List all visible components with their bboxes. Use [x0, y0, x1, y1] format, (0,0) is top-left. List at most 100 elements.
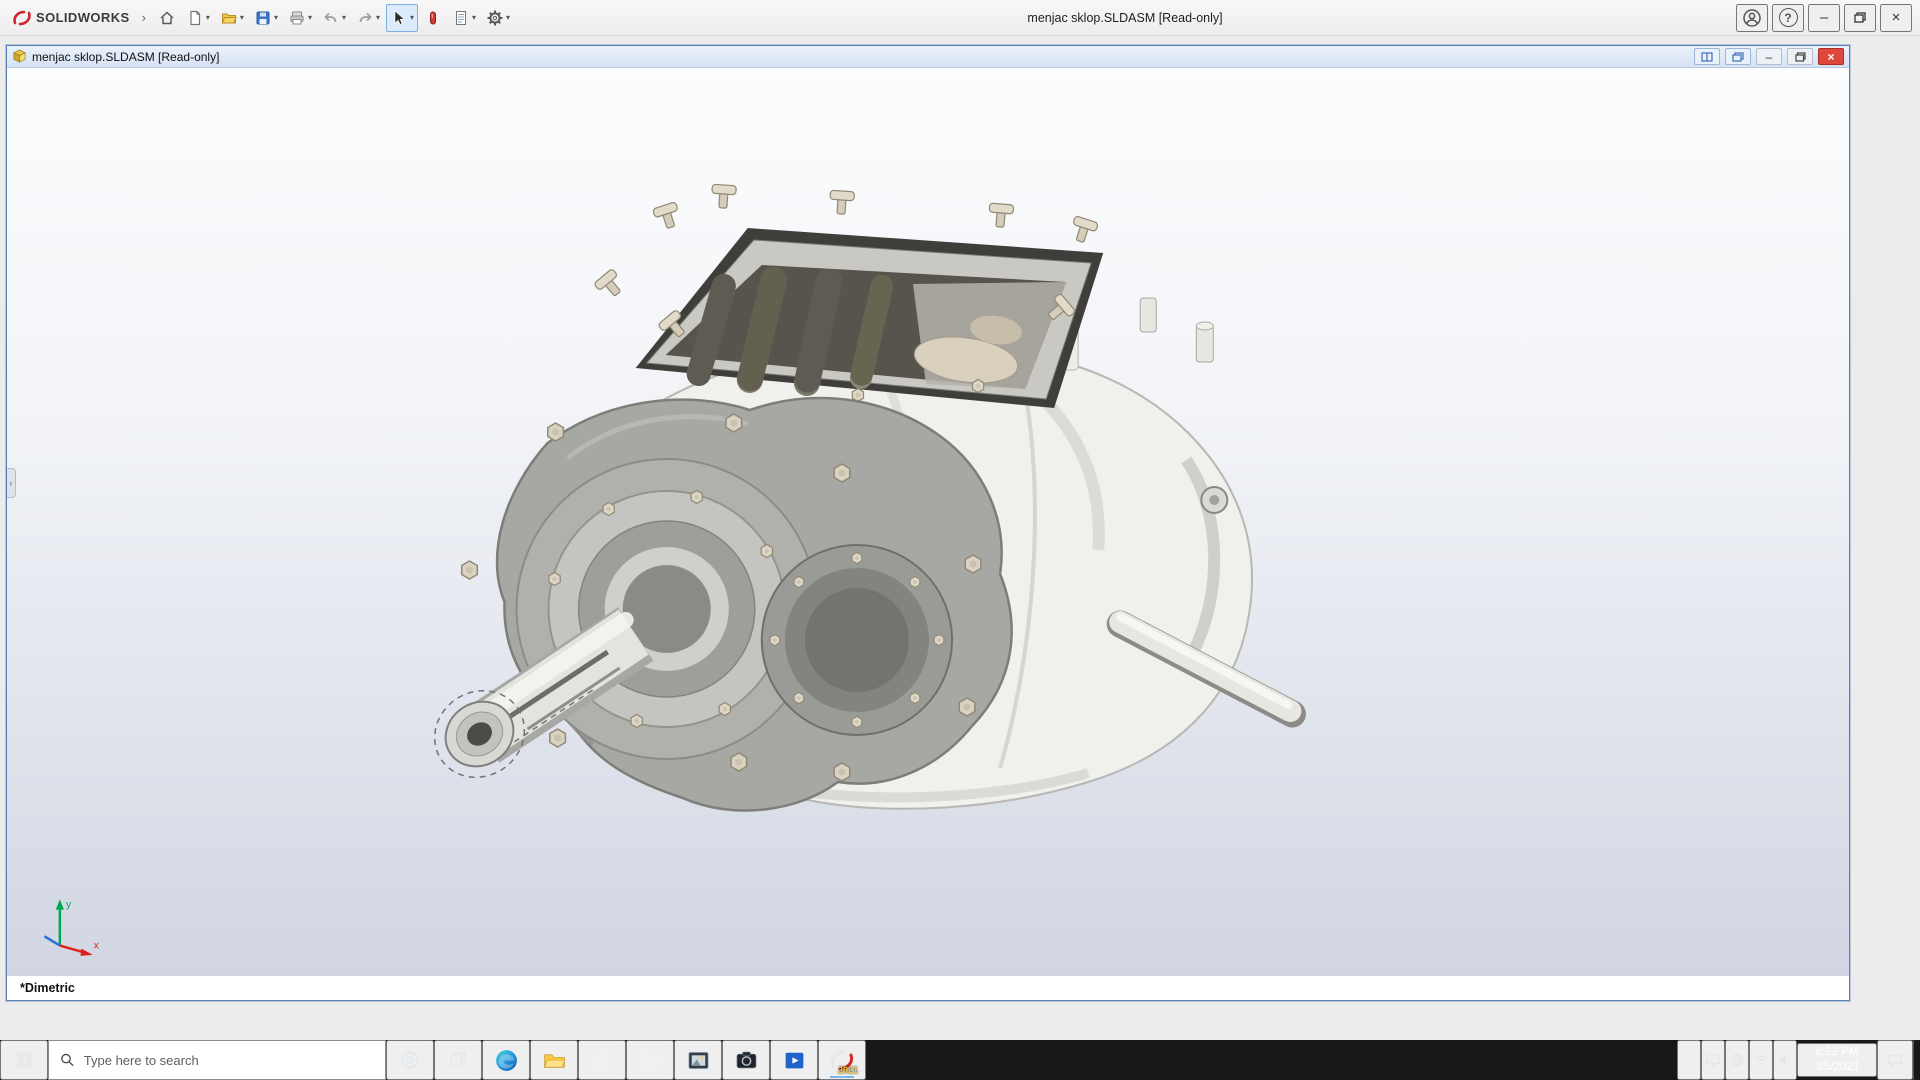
- windows-logo-icon: [16, 1052, 32, 1068]
- dropdown-chevron-icon[interactable]: ▾: [410, 13, 414, 22]
- solidworks-version-badge: 2021: [837, 1065, 858, 1075]
- taskbar-app-store[interactable]: [578, 1040, 626, 1080]
- dropdown-chevron-icon[interactable]: ▾: [342, 13, 346, 22]
- menu-expand-arrow[interactable]: ›: [136, 10, 152, 25]
- appearance-button[interactable]: [420, 4, 446, 32]
- document-window[interactable]: menjac sklop.SLDASM [Read-only] – × y x …: [6, 45, 1850, 1001]
- display-icon: [1706, 1054, 1720, 1067]
- dropdown-chevron-icon[interactable]: ▾: [240, 13, 244, 22]
- taskbar-app-mail[interactable]: [626, 1040, 674, 1080]
- task-view-button[interactable]: [434, 1040, 482, 1080]
- photos-icon: [688, 1051, 708, 1069]
- dropdown-chevron-icon[interactable]: ▾: [472, 13, 476, 22]
- tile-icon: [1701, 51, 1713, 62]
- system-tray: ^ 8:22 PM 3/5/2021: [1677, 1040, 1920, 1080]
- taskbar-app-photos[interactable]: [674, 1040, 722, 1080]
- tile-windows-button[interactable]: [1694, 48, 1720, 65]
- hidden-icons-chevron[interactable]: ^: [1677, 1040, 1701, 1080]
- redo-icon: [359, 12, 372, 22]
- view-orientation-label: *Dimetric: [20, 981, 75, 995]
- graphics-area[interactable]: y x ‹: [7, 68, 1849, 976]
- triad-x-label: x: [94, 941, 100, 952]
- close-app-button[interactable]: ×: [1880, 3, 1912, 32]
- cascade-icon: [1732, 51, 1744, 62]
- wifi-tray-icon[interactable]: [1749, 1040, 1773, 1080]
- dropdown-chevron-icon[interactable]: ▾: [308, 13, 312, 22]
- dropdown-chevron-icon[interactable]: ▾: [206, 13, 210, 22]
- start-button[interactable]: [0, 1040, 48, 1080]
- running-app-indicator: [830, 1076, 854, 1078]
- home-button[interactable]: [154, 4, 180, 32]
- print-button[interactable]: ▾: [284, 4, 316, 32]
- clock-date: 3/5/2021: [1814, 1061, 1860, 1073]
- panel-collapse-handle[interactable]: ‹: [7, 467, 16, 498]
- volume-tray-icon[interactable]: [1773, 1040, 1797, 1080]
- select-tool-button[interactable]: ▾: [386, 3, 419, 32]
- solidworks-brand[interactable]: SOLIDWORKS: [8, 8, 134, 28]
- clock-time: 8:22 PM: [1815, 1046, 1859, 1059]
- taskbar-search[interactable]: [48, 1040, 386, 1080]
- redo-button[interactable]: ▾: [352, 4, 384, 32]
- active-document-title: menjac sklop.SLDASM [Read-only]: [1027, 10, 1223, 25]
- network-icon: [1730, 1053, 1744, 1067]
- action-center-button[interactable]: [1877, 1040, 1913, 1080]
- help-icon: ?: [1778, 8, 1798, 27]
- account-button[interactable]: [1736, 3, 1768, 32]
- undo-icon: [324, 12, 337, 22]
- select-cursor-icon: [394, 9, 405, 25]
- action-center-icon: [1888, 1054, 1902, 1068]
- taskbar-app-edge[interactable]: [482, 1040, 530, 1080]
- show-desktop-button[interactable]: [1913, 1040, 1920, 1080]
- options-button[interactable]: ▾: [482, 4, 514, 32]
- restore-icon: [1854, 12, 1866, 23]
- file-properties-icon: [456, 10, 467, 25]
- cascade-windows-button[interactable]: [1725, 48, 1751, 65]
- movies-tv-icon: [785, 1052, 803, 1068]
- top-cover[interactable]: [593, 183, 1104, 408]
- close-document-button[interactable]: ×: [1818, 48, 1844, 65]
- save-button[interactable]: ▾: [250, 4, 282, 32]
- new-document-button[interactable]: ▾: [182, 4, 214, 32]
- taskbar-app-movies-tv[interactable]: [770, 1040, 818, 1080]
- app-window-controls: ? – ×: [1736, 3, 1912, 32]
- restore-document-button[interactable]: [1787, 48, 1813, 65]
- taskbar-app-camera[interactable]: [722, 1040, 770, 1080]
- taskbar-app-solidworks[interactable]: 2021: [818, 1040, 866, 1080]
- secondary-cover[interactable]: [760, 544, 954, 736]
- open-folder-icon: [221, 13, 237, 23]
- minimize-document-button[interactable]: –: [1756, 48, 1782, 65]
- taskbar-app-file-explorer[interactable]: [530, 1040, 578, 1080]
- network-tray-icon[interactable]: [1725, 1040, 1749, 1080]
- home-icon: [160, 10, 174, 24]
- dropdown-chevron-icon[interactable]: ▾: [506, 13, 510, 22]
- mdi-client-area: menjac sklop.SLDASM [Read-only] – × y x …: [0, 36, 1920, 1040]
- minimize-app-button[interactable]: –: [1808, 3, 1840, 32]
- print-icon: [290, 11, 304, 24]
- camera-icon: [736, 1051, 756, 1068]
- gear-icon: [487, 10, 503, 25]
- taskbar-clock[interactable]: 8:22 PM 3/5/2021: [1797, 1043, 1877, 1077]
- gearbox-3d-model[interactable]: [7, 68, 1849, 976]
- document-title-bar[interactable]: menjac sklop.SLDASM [Read-only] – ×: [7, 46, 1849, 68]
- volume-icon: [1779, 1055, 1790, 1065]
- wifi-icon: [1754, 1055, 1768, 1066]
- help-button[interactable]: ?: [1772, 3, 1804, 32]
- open-button[interactable]: ▾: [216, 4, 248, 32]
- app-title-bar: SOLIDWORKS › ▾ ▾ ▾ ▾ ▾ ▾ ▾ ▾ ▾ menjac sk…: [0, 0, 1920, 36]
- new-document-icon: [190, 10, 201, 25]
- undo-button[interactable]: ▾: [318, 4, 350, 32]
- search-icon: [61, 1053, 74, 1067]
- cortana-button[interactable]: [386, 1040, 434, 1080]
- restore-icon: [1794, 51, 1806, 62]
- display-tray-icon[interactable]: [1701, 1040, 1725, 1080]
- search-input[interactable]: [83, 1052, 374, 1068]
- save-icon: [256, 11, 270, 24]
- maximize-app-button[interactable]: [1844, 3, 1876, 32]
- appearance-icon: [430, 11, 437, 24]
- dropdown-chevron-icon[interactable]: ▾: [376, 13, 380, 22]
- file-properties-button[interactable]: ▾: [448, 4, 480, 32]
- edge-browser-icon: [495, 1049, 517, 1071]
- dropdown-chevron-icon[interactable]: ▾: [274, 13, 278, 22]
- document-title: menjac sklop.SLDASM [Read-only]: [32, 49, 220, 64]
- file-explorer-icon: [543, 1053, 566, 1068]
